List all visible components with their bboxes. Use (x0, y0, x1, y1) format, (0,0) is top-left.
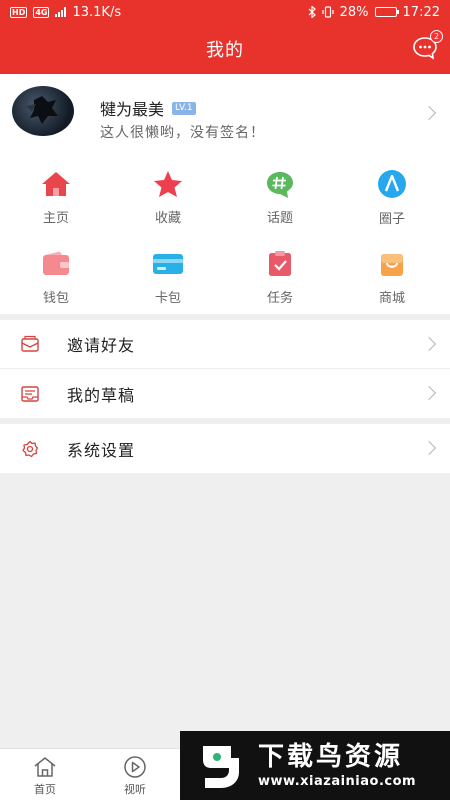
grid-item-label: 钱包 (42, 291, 69, 306)
chevron-right-icon (421, 440, 437, 456)
watermark-title: 下载鸟资源 (258, 742, 404, 772)
draft-icon (21, 385, 39, 402)
bluetooth-icon (308, 6, 316, 18)
circle-icon (378, 170, 406, 198)
play-circle-icon (124, 756, 146, 778)
message-count-badge: 2 (430, 30, 443, 43)
home-outline-icon (34, 757, 56, 777)
feature-grid: 主页 收藏 话题 圈子 钱包 卡包 任务 商城 (0, 154, 450, 314)
grid-item-favorites[interactable]: 收藏 (112, 154, 224, 226)
network-type: 4G (33, 6, 50, 18)
profile-card[interactable]: 犍为最美 LV.1 这人很懒哟，没有签名！ (0, 74, 450, 154)
vibrate-icon (322, 6, 334, 18)
tab-home[interactable]: 首页 (0, 749, 90, 800)
level-badge: LV.1 (172, 101, 196, 115)
grid-item-label: 任务 (266, 291, 293, 306)
username: 犍为最美 (100, 100, 165, 119)
menu-item-label: 系统设置 (67, 440, 136, 460)
grid-item-label: 卡包 (154, 291, 181, 306)
menu-item-my-drafts[interactable]: 我的草稿 (0, 369, 450, 418)
menu-item-label: 邀请好友 (67, 336, 136, 355)
grid-item-shop[interactable]: 商城 (336, 234, 448, 306)
grid-item-label: 商城 (378, 291, 405, 306)
wallet-icon (43, 251, 69, 275)
avatar-figure-icon (26, 96, 58, 124)
header: 我的 2 (0, 24, 450, 74)
grid-item-label: 话题 (266, 211, 293, 226)
page-title: 我的 (206, 40, 244, 61)
star-icon (154, 170, 182, 197)
gear-icon (22, 440, 39, 457)
hashtag-icon (267, 171, 293, 198)
chevron-right-icon (421, 385, 437, 401)
grid-item-label: 收藏 (154, 211, 181, 226)
tab-video[interactable]: 视听 (90, 749, 180, 800)
grid-item-label: 主页 (42, 211, 69, 226)
battery-percentage: 28% (339, 4, 369, 20)
shop-icon (381, 253, 403, 276)
grid-item-label: 圈子 (378, 212, 405, 227)
task-icon (269, 250, 291, 276)
chevron-right-icon (421, 336, 437, 352)
watermark-overlay: 下载鸟资源 www.xiazainiao.com (180, 731, 450, 800)
clock: 17:22 (402, 4, 440, 20)
grid-item-home[interactable]: 主页 (0, 154, 112, 226)
grid-item-cards[interactable]: 卡包 (112, 234, 224, 306)
battery-icon (374, 7, 399, 17)
bird-logo-icon (192, 736, 252, 796)
hd-indicator: HD (10, 6, 28, 18)
tab-label: 视听 (124, 783, 146, 796)
settings-group: 系统设置 (0, 424, 450, 473)
mail-icon (21, 335, 39, 352)
avatar[interactable] (12, 86, 74, 136)
user-signature: 这人很懒哟，没有签名！ (100, 125, 265, 141)
menu-item-system-settings[interactable]: 系统设置 (0, 424, 450, 473)
signal-icon (55, 7, 67, 17)
status-bar: HD 4G 13.1K/s 28% 17:22 (0, 0, 450, 24)
tab-label: 首页 (34, 783, 56, 796)
grid-item-wallet[interactable]: 钱包 (0, 234, 112, 306)
card-icon (153, 253, 183, 274)
watermark-url: www.xiazainiao.com (258, 774, 417, 789)
menu-item-invite-friends[interactable]: 邀请好友 (0, 320, 450, 369)
network-speed: 13.1K/s (72, 4, 122, 20)
menu-item-label: 我的草稿 (67, 385, 136, 405)
grid-item-topics[interactable]: 话题 (224, 154, 336, 226)
menu-group: 邀请好友 我的草稿 (0, 320, 450, 418)
home-icon (42, 171, 70, 196)
grid-item-circles[interactable]: 圈子 (336, 154, 448, 227)
messages-button[interactable]: 2 (412, 30, 443, 60)
grid-item-tasks[interactable]: 任务 (224, 234, 336, 306)
chevron-right-icon (421, 105, 437, 121)
